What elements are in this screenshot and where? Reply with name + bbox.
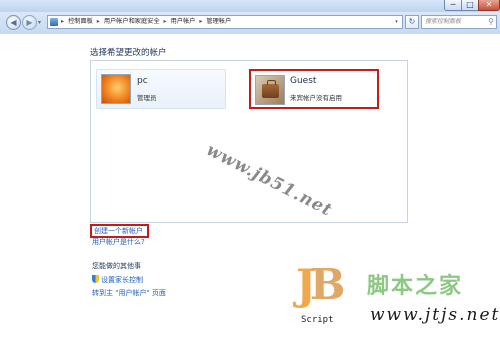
search-placeholder: 搜索控制面板: [425, 18, 462, 25]
account-name: Guest: [290, 76, 317, 86]
also-section-title: 您能做的其他事: [92, 262, 141, 270]
account-tile-pc[interactable]: pc 管理员: [96, 69, 226, 109]
manage-accounts-window: ─ □ ✕ ◀ ▶ ▾ ▸ 控制面板 ▸ 用户帐户和家庭安全 ▸ 用户帐户 ▸ …: [0, 0, 500, 338]
forward-button[interactable]: ▶: [22, 15, 37, 30]
logo-script-label: Script: [301, 315, 334, 325]
close-button[interactable]: ✕: [478, 0, 500, 11]
jb-logo: JB: [296, 260, 346, 309]
flower-avatar-icon: [101, 74, 131, 104]
breadcrumb-separator-icon[interactable]: ▸: [199, 18, 202, 25]
account-list: pc 管理员 Guest 来宾帐户没有启用: [90, 60, 408, 223]
minimize-button[interactable]: ─: [444, 0, 462, 11]
control-panel-icon: [50, 18, 58, 26]
main-user-accounts-link[interactable]: 转到主 "用户帐户" 页面: [92, 288, 166, 298]
shield-icon: [92, 275, 99, 283]
account-role: 管理员: [137, 94, 157, 102]
briefcase-avatar-icon: [255, 75, 285, 105]
search-input[interactable]: 搜索控制面板 ⚲: [421, 15, 497, 29]
account-role: 来宾帐户没有启用: [290, 94, 342, 102]
maximize-button[interactable]: □: [461, 0, 479, 11]
recent-pages-dropdown-icon[interactable]: ▾: [38, 19, 41, 26]
back-button[interactable]: ◀: [6, 15, 21, 30]
page-heading: 选择希望更改的帐户: [90, 48, 167, 58]
breadcrumb-manage-accounts[interactable]: 管理帐户: [206, 18, 231, 25]
parental-controls-label[interactable]: 设置家长控制: [101, 276, 143, 284]
breadcrumb-user-accounts-family-safety[interactable]: 用户帐户和家庭安全: [104, 18, 160, 25]
account-tile-guest[interactable]: Guest 来宾帐户没有启用: [249, 69, 379, 109]
breadcrumb-separator-icon[interactable]: ▸: [164, 18, 167, 25]
logo-url-text: www.jtjs.net: [370, 305, 500, 325]
account-name: pc: [137, 76, 148, 86]
search-icon[interactable]: ⚲: [488, 17, 494, 27]
navigation-bar: ◀ ▶ ▾ ▸ 控制面板 ▸ 用户帐户和家庭安全 ▸ 用户帐户 ▸ 管理帐户 ▾…: [0, 12, 500, 34]
breadcrumb-user-accounts[interactable]: 用户帐户: [171, 18, 196, 25]
create-account-link[interactable]: 创建一个新帐户: [90, 224, 149, 238]
what-is-account-link[interactable]: 用户帐户是什么?: [92, 237, 145, 247]
parental-controls-link[interactable]: 设置家长控制: [92, 275, 143, 285]
address-bar[interactable]: ▸ 控制面板 ▸ 用户帐户和家庭安全 ▸ 用户帐户 ▸ 管理帐户 ▾: [47, 15, 403, 29]
address-dropdown-icon[interactable]: ▾: [392, 16, 401, 28]
breadcrumb-control-panel[interactable]: 控制面板: [68, 18, 93, 25]
breadcrumb-separator-icon[interactable]: ▸: [97, 18, 100, 25]
breadcrumb: ▸ 控制面板 ▸ 用户帐户和家庭安全 ▸ 用户帐户 ▸ 管理帐户: [61, 16, 233, 28]
title-bar: ─ □ ✕: [0, 0, 500, 12]
refresh-button[interactable]: ↻: [405, 15, 419, 29]
logo-chinese-text: 脚本之家: [367, 274, 464, 299]
breadcrumb-separator-icon[interactable]: ▸: [61, 18, 64, 25]
